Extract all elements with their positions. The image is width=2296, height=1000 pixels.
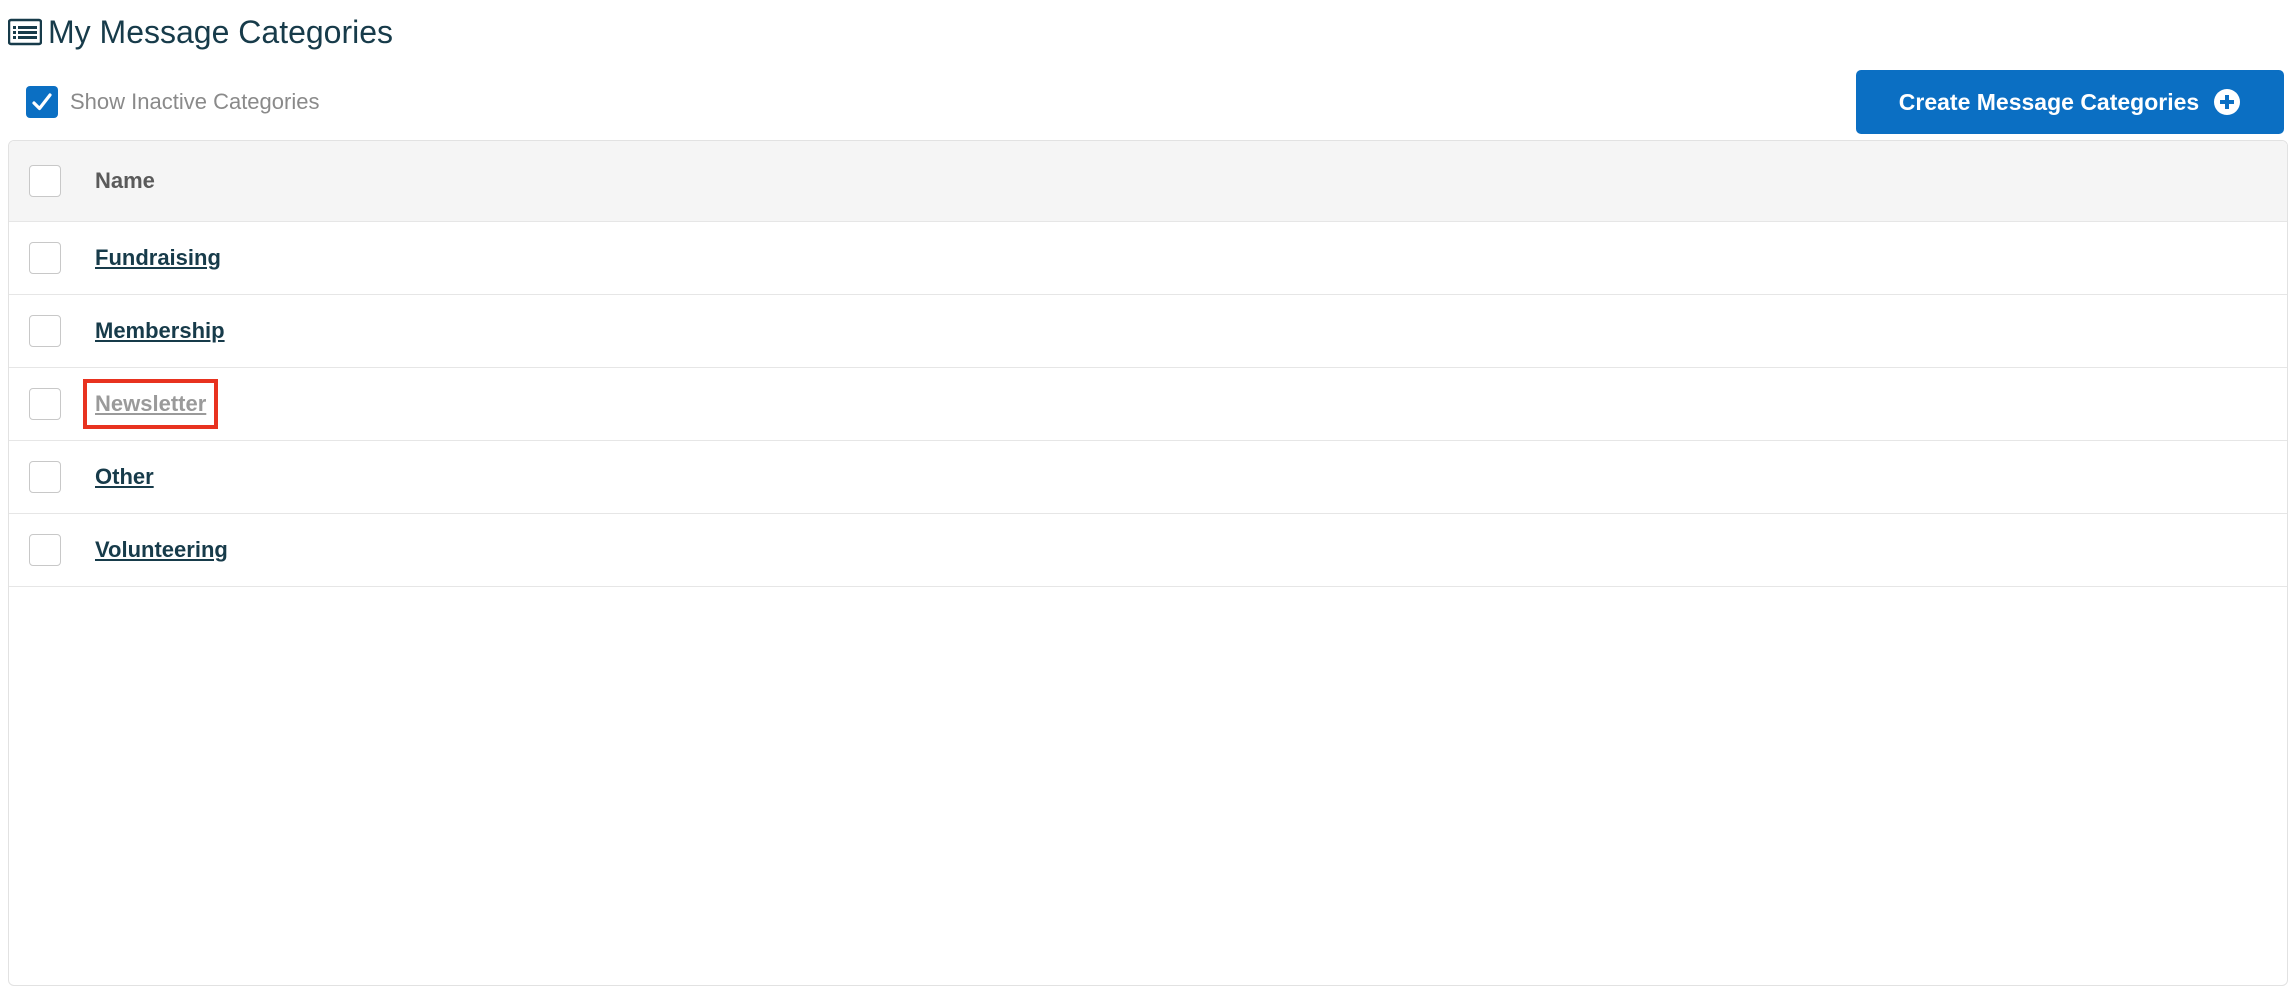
row-checkbox[interactable] xyxy=(29,242,61,274)
table-row: Volunteering xyxy=(9,514,2287,587)
categories-table: Name Fundraising Membership Newsletter O… xyxy=(8,140,2288,986)
row-checkbox[interactable] xyxy=(29,315,61,347)
row-checkbox[interactable] xyxy=(29,388,61,420)
show-inactive-toggle[interactable]: Show Inactive Categories xyxy=(26,86,319,118)
table-row: Membership xyxy=(9,295,2287,368)
table-row: Newsletter xyxy=(9,368,2287,441)
row-checkbox[interactable] xyxy=(29,461,61,493)
column-header-name[interactable]: Name xyxy=(95,168,155,194)
toolbar: Show Inactive Categories Create Message … xyxy=(26,70,2284,134)
show-inactive-label: Show Inactive Categories xyxy=(70,89,320,114)
category-link-fundraising[interactable]: Fundraising xyxy=(95,245,221,271)
table-header: Name xyxy=(9,141,2287,222)
page-title: My Message Categories xyxy=(48,14,394,50)
category-link-newsletter[interactable]: Newsletter xyxy=(82,379,219,429)
category-link-volunteering[interactable]: Volunteering xyxy=(95,537,228,563)
category-link-other[interactable]: Other xyxy=(95,464,154,490)
category-link-membership[interactable]: Membership xyxy=(95,318,225,344)
plus-circle-icon xyxy=(2213,88,2241,116)
create-button-label: Create Message Categories xyxy=(1898,88,2200,115)
page-header: My Message Categories xyxy=(7,12,394,52)
checkmark-icon xyxy=(32,93,52,111)
table-row: Other xyxy=(9,441,2287,514)
table-row: Fundraising xyxy=(9,222,2287,295)
list-icon xyxy=(7,17,43,47)
row-checkbox[interactable] xyxy=(29,534,61,566)
select-all-checkbox[interactable] xyxy=(29,165,61,197)
show-inactive-checkbox[interactable] xyxy=(26,86,58,118)
create-message-categories-button[interactable]: Create Message Categories xyxy=(1856,70,2284,134)
